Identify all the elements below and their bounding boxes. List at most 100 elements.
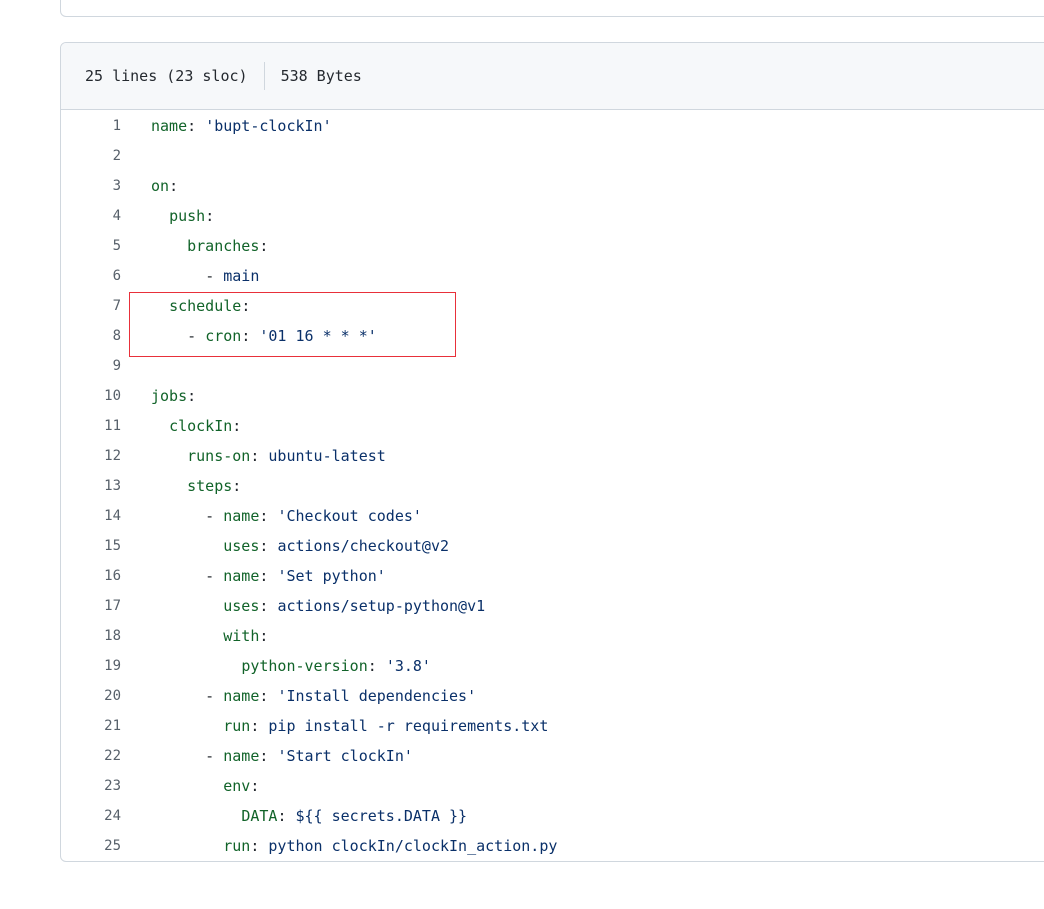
line-number[interactable]: 9 — [61, 351, 121, 381]
line-number[interactable]: 1 — [61, 111, 121, 141]
indent: - — [151, 747, 224, 765]
yaml-separator: : — [259, 627, 269, 645]
yaml-key: cron — [205, 327, 242, 345]
line-number[interactable]: 2 — [61, 141, 121, 171]
yaml-separator: : — [259, 567, 278, 585]
yaml-key: name — [223, 567, 260, 585]
previous-panel — [60, 0, 1044, 17]
yaml-value: 'Install dependencies' — [277, 687, 477, 705]
code-line: 8 - cron: '01 16 * * *' — [61, 321, 1044, 351]
line-content: schedule: — [151, 291, 250, 321]
code-line: 6 - main — [61, 261, 1044, 291]
line-number[interactable]: 25 — [61, 831, 121, 861]
yaml-key: python-version — [241, 657, 368, 675]
code-line: 4 push: — [61, 201, 1044, 231]
line-number[interactable]: 13 — [61, 471, 121, 501]
yaml-key: push — [169, 207, 206, 225]
file-lines-info: 25 lines (23 sloc) — [85, 67, 248, 85]
yaml-separator: : — [259, 687, 278, 705]
header-divider — [263, 62, 265, 90]
yaml-separator: : — [241, 327, 260, 345]
yaml-value: 'Start clockIn' — [277, 747, 413, 765]
yaml-value: ${{ secrets.DATA }} — [295, 807, 468, 825]
code-line: 2 — [61, 141, 1044, 171]
yaml-key: steps — [187, 477, 233, 495]
line-content: - name: 'Start clockIn' — [151, 741, 413, 771]
yaml-separator: : — [187, 387, 197, 405]
yaml-value: ubuntu-latest — [268, 447, 386, 465]
yaml-separator: : — [259, 237, 269, 255]
line-number[interactable]: 5 — [61, 231, 121, 261]
yaml-separator: : — [187, 117, 206, 135]
code-line: 7 schedule: — [61, 291, 1044, 321]
yaml-value: '3.8' — [385, 657, 431, 675]
line-content: jobs: — [151, 381, 196, 411]
line-number[interactable]: 24 — [61, 801, 121, 831]
line-number[interactable]: 18 — [61, 621, 121, 651]
line-number[interactable]: 17 — [61, 591, 121, 621]
line-content: - main — [151, 261, 259, 291]
line-number[interactable]: 20 — [61, 681, 121, 711]
yaml-key: run — [223, 837, 251, 855]
line-content: run: python clockIn/clockIn_action.py — [151, 831, 557, 861]
line-number[interactable]: 11 — [61, 411, 121, 441]
line-number[interactable]: 4 — [61, 201, 121, 231]
line-number[interactable]: 12 — [61, 441, 121, 471]
yaml-separator: : — [241, 297, 251, 315]
code-line: 20 - name: 'Install dependencies' — [61, 681, 1044, 711]
line-number[interactable]: 10 — [61, 381, 121, 411]
line-number[interactable]: 6 — [61, 261, 121, 291]
code-line: 22 - name: 'Start clockIn' — [61, 741, 1044, 771]
line-number[interactable]: 16 — [61, 561, 121, 591]
file-info-header: 25 lines (23 sloc) 538 Bytes — [61, 43, 1044, 110]
line-number[interactable]: 8 — [61, 321, 121, 351]
code-line: 24 DATA: ${{ secrets.DATA }} — [61, 801, 1044, 831]
line-number[interactable]: 3 — [61, 171, 121, 201]
code-line: 10 jobs: — [61, 381, 1044, 411]
line-content: uses: actions/setup-python@v1 — [151, 591, 485, 621]
code-line: 19 python-version: '3.8' — [61, 651, 1044, 681]
line-number[interactable]: 22 — [61, 741, 121, 771]
line-number[interactable]: 7 — [61, 291, 121, 321]
yaml-separator: : — [205, 207, 215, 225]
yaml-separator: : — [259, 507, 278, 525]
line-number[interactable]: 15 — [61, 531, 121, 561]
code-line: 9 — [61, 351, 1044, 381]
line-content: branches: — [151, 231, 268, 261]
yaml-value: python clockIn/clockIn_action.py — [268, 837, 558, 855]
yaml-value: actions/checkout@v2 — [277, 537, 450, 555]
code-line: 1 name: 'bupt-clockIn' — [61, 111, 1044, 141]
line-content: DATA: ${{ secrets.DATA }} — [151, 801, 467, 831]
line-content: env: — [151, 771, 259, 801]
code-line: 14 - name: 'Checkout codes' — [61, 501, 1044, 531]
code-line: 3 on: — [61, 171, 1044, 201]
yaml-separator: : — [259, 537, 278, 555]
line-number[interactable]: 19 — [61, 651, 121, 681]
code-line: 21 run: pip install -r requirements.txt — [61, 711, 1044, 741]
line-number[interactable]: 23 — [61, 771, 121, 801]
code-line: 5 branches: — [61, 231, 1044, 261]
code-line: 15 uses: actions/checkout@v2 — [61, 531, 1044, 561]
line-number[interactable]: 21 — [61, 711, 121, 741]
yaml-separator: : — [169, 177, 179, 195]
code-line: 25 run: python clockIn/clockIn_action.py — [61, 831, 1044, 861]
line-content: push: — [151, 201, 214, 231]
line-content: runs-on: ubuntu-latest — [151, 441, 386, 471]
yaml-key: jobs — [151, 387, 188, 405]
yaml-key: runs-on — [187, 447, 251, 465]
yaml-key: name — [223, 507, 260, 525]
file-viewer: 25 lines (23 sloc) 538 Bytes 1 name: 'bup… — [60, 42, 1044, 862]
line-number[interactable]: 14 — [61, 501, 121, 531]
